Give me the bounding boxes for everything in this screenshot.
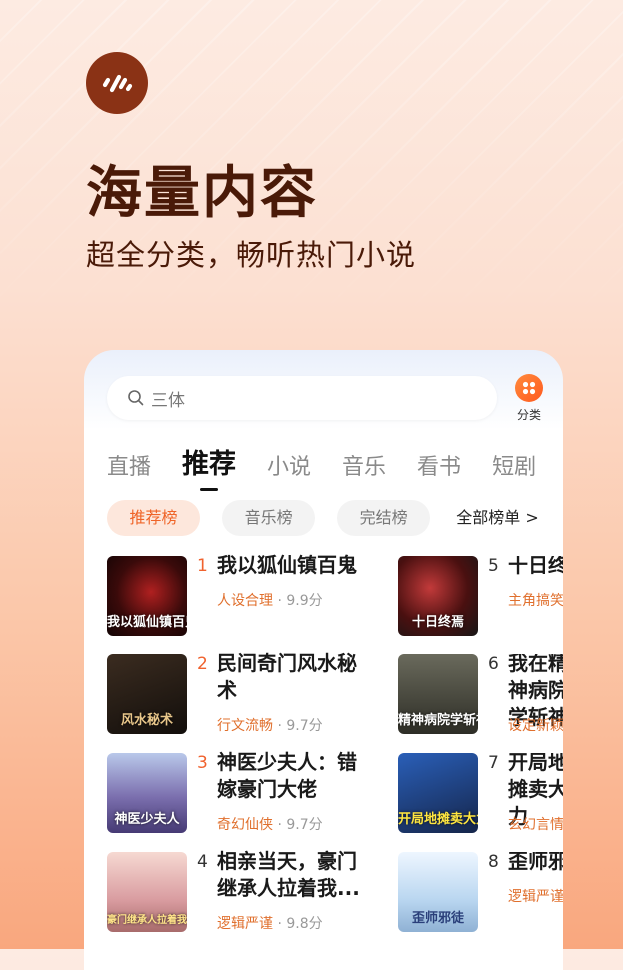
category-label: 分类: [516, 408, 541, 422]
all-rankings-link[interactable]: 全部榜单 >: [456, 500, 539, 536]
grid-icon: [515, 374, 543, 402]
list-item[interactable]: 精神病院学斩神 6 我在精神病院学斩神 设定新颖: [398, 654, 563, 744]
book-title: 歪师邪徒: [508, 852, 563, 873]
chip-completed-rank[interactable]: 完结榜: [337, 500, 431, 536]
book-cover: 神医少夫人: [107, 753, 187, 833]
book-cover: 风水秘术: [107, 654, 187, 734]
book-meta: 逻辑严谨: [508, 889, 563, 905]
app-preview-card: 三体 分类 直播 推荐 小说 音乐 看书 短剧 相声 推荐榜 音乐榜 完结榜 全…: [84, 350, 563, 970]
rank-number: 8: [488, 852, 499, 872]
book-cover: 开局地摊卖大力: [398, 753, 478, 833]
book-meta: 人设合理 · 9.9分: [217, 593, 323, 609]
book-cover: 精神病院学斩神: [398, 654, 478, 734]
rank-number: 1: [197, 556, 208, 576]
app-logo: [86, 52, 148, 114]
book-meta: 设定新颖: [508, 718, 563, 734]
rank-number: 5: [488, 556, 499, 576]
book-title: 我以狐仙镇百鬼: [217, 553, 357, 577]
book-title: 十日终焉: [508, 556, 563, 577]
rank-number: 6: [488, 654, 499, 674]
hero-title: 海量内容: [86, 161, 318, 226]
tab-live[interactable]: 直播: [107, 449, 151, 481]
category-button[interactable]: 分类: [509, 374, 549, 423]
ranking-chips: 推荐榜 音乐榜 完结榜 全部榜单 >: [107, 500, 539, 536]
tab-novel[interactable]: 小说: [267, 449, 311, 481]
tab-short-drama[interactable]: 短剧: [492, 449, 536, 481]
book-cover: 我以狐仙镇百鬼: [107, 556, 187, 636]
book-meta: 行文流畅 · 9.7分: [217, 718, 323, 734]
search-placeholder: 三体: [151, 390, 185, 411]
book-cover: 歪师邪徒: [398, 852, 478, 932]
rank-number: 4: [197, 852, 208, 872]
tab-music[interactable]: 音乐: [342, 449, 386, 481]
rank-number: 7: [488, 753, 499, 773]
book-cover: 十日终焉: [398, 556, 478, 636]
list-item[interactable]: 开局地摊卖大力 7 开局地摊卖大力 玄幻言情: [398, 753, 563, 843]
book-meta: 主角搞笑: [508, 593, 563, 609]
tab-bar: 直播 推荐 小说 音乐 看书 短剧 相声: [107, 442, 563, 491]
search-icon: [128, 390, 144, 406]
book-title: 民间奇门风水秘术: [217, 651, 357, 702]
book-title: 神医少夫人：错嫁豪门大佬: [217, 750, 357, 801]
book-title: 相亲当天，豪门继承人拉着我...: [217, 849, 360, 900]
tab-recommend[interactable]: 推荐: [182, 442, 236, 491]
book-cover: 豪门继承人拉着我领证: [107, 852, 187, 932]
search-input[interactable]: 三体: [107, 376, 497, 420]
tab-read[interactable]: 看书: [417, 449, 461, 481]
chip-music-rank[interactable]: 音乐榜: [222, 500, 316, 536]
book-meta: 玄幻言情: [508, 817, 563, 833]
rank-number: 2: [197, 654, 208, 674]
chip-recommend-rank[interactable]: 推荐榜: [107, 500, 200, 536]
list-item[interactable]: 十日终焉 5 十日终焉 主角搞笑: [398, 556, 563, 646]
book-meta: 奇幻仙侠 · 9.7分: [217, 817, 323, 833]
list-item[interactable]: 歪师邪徒 8 歪师邪徒 逻辑严谨: [398, 852, 563, 942]
rank-number: 3: [197, 753, 208, 773]
book-meta: 逻辑严谨 · 9.8分: [217, 916, 323, 932]
hero-subtitle: 超全分类，畅听热门小说: [86, 238, 417, 272]
